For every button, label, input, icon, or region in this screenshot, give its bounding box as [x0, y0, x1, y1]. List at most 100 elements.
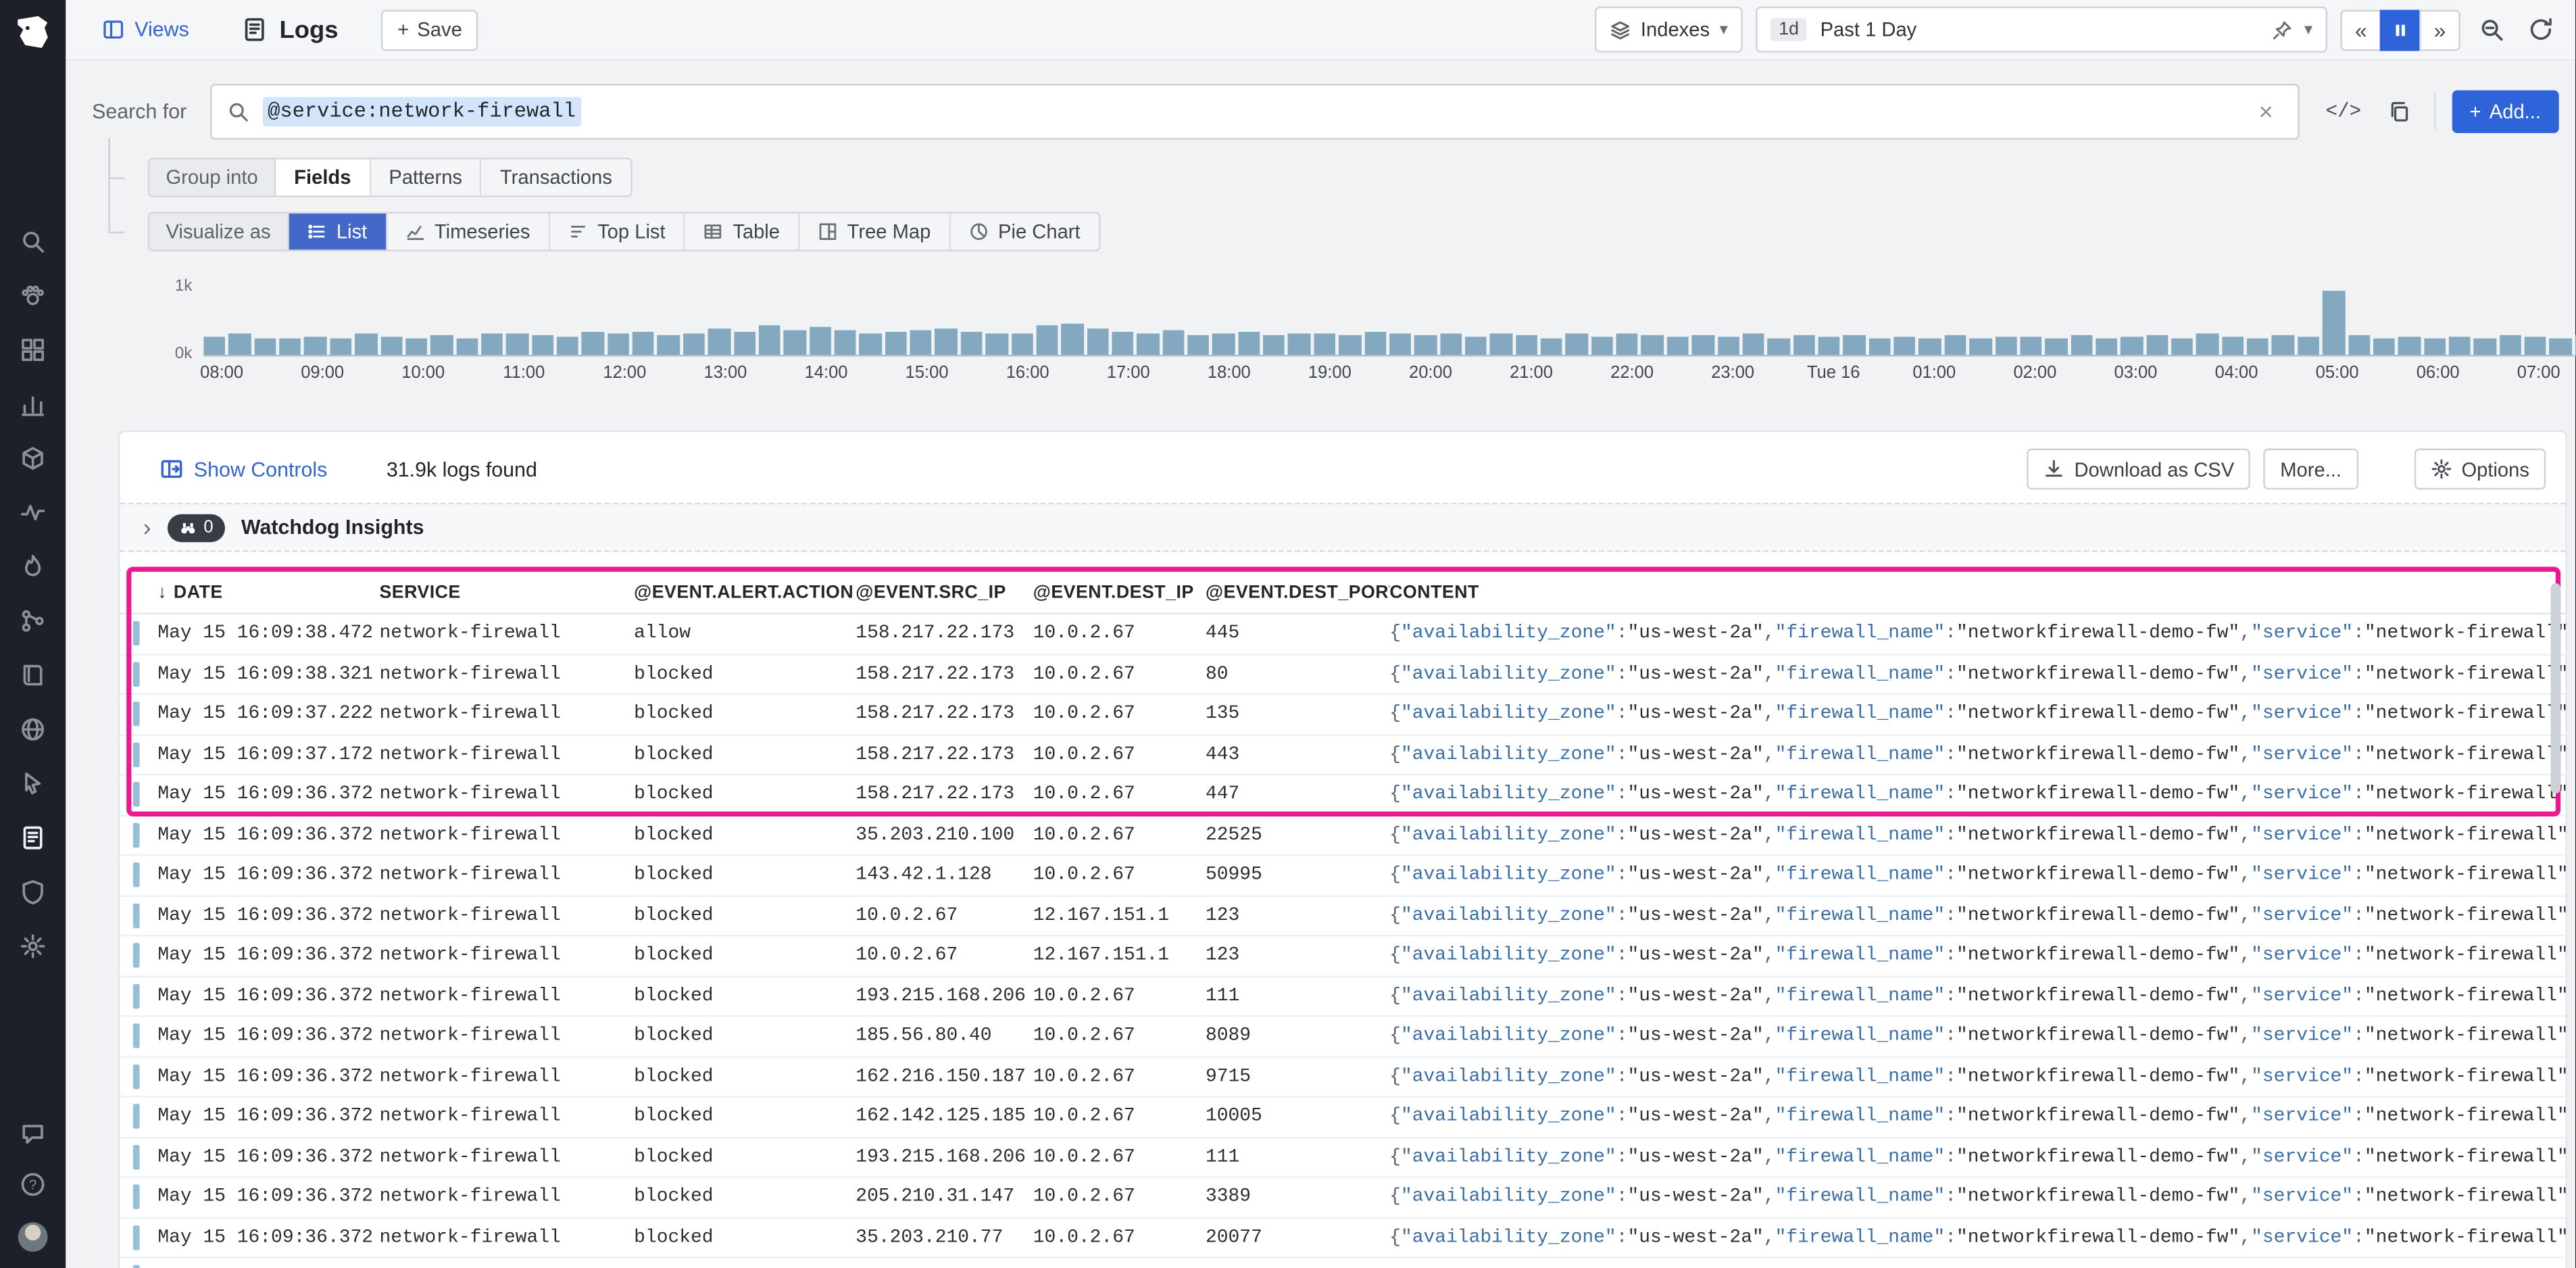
sidebar-item-monitors-icon[interactable]: [20, 499, 46, 526]
histogram-bar[interactable]: [481, 334, 503, 355]
column-header-service[interactable]: SERVICE: [379, 583, 634, 602]
histogram-bar[interactable]: [582, 331, 604, 355]
histogram-bar[interactable]: [607, 334, 630, 355]
histogram-bar[interactable]: [1591, 336, 1614, 355]
tab-list[interactable]: List: [289, 213, 387, 250]
histogram-bar[interactable]: [1288, 333, 1311, 355]
histogram-bar[interactable]: [1918, 337, 1941, 355]
time-range-picker[interactable]: 1d Past 1 Day ▾: [1756, 6, 2328, 53]
sidebar-item-dashboards-icon[interactable]: [20, 337, 46, 363]
histogram-bar[interactable]: [279, 337, 301, 355]
column-header-event-dest-ip[interactable]: @EVENT.DEST_IP: [1033, 583, 1206, 602]
table-row[interactable]: May 15 16:09:36.372network-firewallblock…: [120, 1178, 2565, 1219]
histogram-bar[interactable]: [1793, 335, 1815, 355]
histogram-bar[interactable]: [683, 333, 705, 355]
watchdog-insights-bar[interactable]: › 0 Watchdog Insights: [120, 502, 2566, 552]
histogram-bar[interactable]: [1061, 324, 1084, 355]
more-button[interactable]: More...: [2263, 448, 2358, 490]
histogram-bar[interactable]: [1389, 333, 1412, 355]
histogram-bar[interactable]: [1439, 333, 1462, 355]
histogram-bar[interactable]: [1237, 331, 1260, 355]
histogram-bar[interactable]: [254, 339, 276, 355]
histogram-bar[interactable]: [2550, 338, 2572, 355]
histogram-bar[interactable]: [633, 332, 655, 355]
histogram-bar[interactable]: [985, 333, 1008, 355]
table-row[interactable]: May 15 16:09:36.372network-firewallblock…: [120, 1017, 2565, 1058]
table-row[interactable]: May 15 16:09:36.372network-firewallblock…: [120, 936, 2565, 977]
column-header-content[interactable]: CONTENT: [1389, 583, 2565, 602]
table-row[interactable]: May 15 16:09:36.372network-firewallblock…: [120, 775, 2565, 816]
histogram-bar[interactable]: [910, 330, 933, 355]
table-row[interactable]: May 15 16:09:36.372network-firewallblock…: [120, 856, 2565, 896]
support-chat-icon[interactable]: [20, 1121, 46, 1147]
datadog-logo[interactable]: [11, 11, 54, 54]
help-icon[interactable]: ?: [20, 1171, 46, 1198]
show-controls-button[interactable]: Show Controls: [149, 455, 337, 483]
sidebar-item-synthetics-icon[interactable]: [20, 716, 46, 743]
histogram-bar[interactable]: [1364, 332, 1387, 355]
histogram-bar[interactable]: [2474, 339, 2496, 355]
sidebar-item-rum-icon[interactable]: [20, 771, 46, 797]
histogram-bar[interactable]: [758, 326, 781, 355]
histogram-bar[interactable]: [1691, 335, 1714, 355]
histogram-bar[interactable]: [1086, 328, 1109, 355]
histogram-bar[interactable]: [1540, 337, 1563, 355]
search-input[interactable]: @service:network-firewall ×: [210, 83, 2300, 140]
pause-button[interactable]: [2379, 9, 2421, 51]
search-query-text[interactable]: @service:network-firewall: [262, 97, 581, 127]
table-row[interactable]: May 15 16:09:38.472 network-firewall allow…: [120, 614, 2565, 655]
histogram-bar[interactable]: [2146, 335, 2169, 355]
scrollbar-thumb[interactable]: [2550, 583, 2561, 794]
query-syntax-button[interactable]: </>: [2316, 99, 2371, 125]
histogram-bar[interactable]: [960, 331, 983, 355]
histogram-bar[interactable]: [1490, 334, 1512, 355]
save-button[interactable]: + Save: [380, 9, 479, 51]
options-button[interactable]: Options: [2413, 448, 2546, 490]
table-row[interactable]: May 15 16:09:36.372network-firewallblock…: [120, 977, 2565, 1017]
table-row[interactable]: May 15 16:09:36.372network-firewallblock…: [120, 1138, 2565, 1178]
refresh-button[interactable]: [2523, 11, 2558, 47]
histogram-bar[interactable]: [1994, 337, 2017, 355]
sidebar-item-apm-icon[interactable]: [20, 554, 46, 580]
histogram-bar[interactable]: [1187, 335, 1210, 355]
histogram-bar[interactable]: [708, 328, 730, 355]
sidebar-item-logs-icon[interactable]: [20, 825, 46, 851]
histogram-bar[interactable]: [1893, 336, 1916, 355]
tab-tree-map[interactable]: Tree Map: [799, 213, 951, 250]
histogram-bar[interactable]: [1666, 337, 1689, 355]
histogram-bar[interactable]: [1843, 335, 1866, 355]
sidebar-item-search-icon[interactable]: [20, 228, 46, 255]
table-row[interactable]: May 15 16:09:36.372network-firewallblock…: [120, 1259, 2565, 1268]
sidebar-item-settings-icon[interactable]: [20, 933, 46, 960]
histogram-bar[interactable]: [330, 338, 352, 355]
histogram-bar[interactable]: [1515, 335, 1538, 355]
histogram-bar[interactable]: [2121, 337, 2144, 355]
histogram-bar[interactable]: [2171, 338, 2194, 355]
forward-button[interactable]: »: [2419, 9, 2460, 51]
zoom-out-button[interactable]: [2473, 11, 2509, 47]
histogram-bar[interactable]: [885, 332, 907, 355]
column-header-event-alert-action[interactable]: @EVENT.ALERT.ACTION: [634, 583, 856, 602]
histogram-bar[interactable]: [1742, 334, 1765, 355]
histogram-bar[interactable]: [733, 331, 756, 355]
histogram-bar[interactable]: [304, 336, 327, 355]
histogram-bar[interactable]: [2045, 338, 2068, 355]
histogram-bar[interactable]: [2323, 291, 2345, 355]
histogram-bar[interactable]: [1944, 335, 1966, 355]
histogram-bar[interactable]: [430, 335, 453, 355]
histogram-bar[interactable]: [1339, 335, 1361, 355]
histogram-bar[interactable]: [2423, 337, 2446, 355]
table-row[interactable]: May 15 16:09:37.172 network-firewall block…: [120, 735, 2565, 776]
add-query-button[interactable]: + Add...: [2451, 90, 2559, 133]
histogram-bar[interactable]: [2247, 337, 2269, 355]
table-row[interactable]: May 15 16:09:36.372network-firewallblock…: [120, 896, 2565, 937]
histogram-bar[interactable]: [2499, 335, 2521, 355]
histogram-bar[interactable]: [1162, 331, 1185, 355]
histogram-bar[interactable]: [405, 338, 428, 355]
table-row[interactable]: May 15 16:09:36.372network-firewallblock…: [120, 1218, 2565, 1259]
table-row[interactable]: May 15 16:09:36.372network-firewallblock…: [120, 816, 2565, 856]
histogram-bar[interactable]: [1566, 334, 1588, 355]
histogram-bar[interactable]: [1313, 334, 1336, 355]
histogram-bar[interactable]: [1767, 337, 1790, 355]
histogram-bar[interactable]: [2196, 334, 2219, 355]
